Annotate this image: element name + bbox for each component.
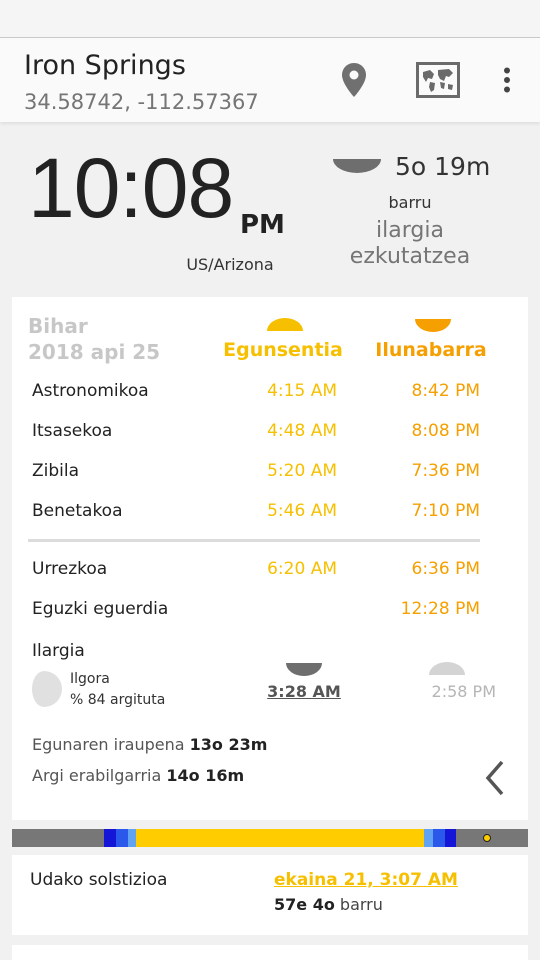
- moonset-time: 2:58 PM: [431, 682, 496, 701]
- timeline-twilight-am-astronomical: [104, 829, 116, 847]
- location-name[interactable]: Iron Springs: [24, 50, 186, 81]
- solstice-countdown: 57e 4o barru: [274, 895, 383, 914]
- solstice-label: Udako solstizioa: [30, 870, 168, 890]
- sunset-icon: [414, 317, 452, 336]
- solstice-card: Udako solstizioa ekaina 21, 3:07 AM 57e …: [12, 855, 528, 935]
- day-length: Egunaren iraupena 13o 23m: [32, 735, 267, 754]
- day-date: 2018 api 25: [28, 340, 161, 364]
- dawn-time: 5:20 AM: [267, 461, 337, 481]
- noon-time: 12:28 PM: [400, 599, 480, 619]
- current-time-ampm: PM: [240, 210, 285, 240]
- moonrise-icon: [285, 661, 323, 680]
- solstice-date-link[interactable]: ekaina 21, 3:07 AM: [274, 870, 458, 890]
- world-map-icon[interactable]: [412, 38, 464, 122]
- row-label: Itsasekoa: [32, 421, 113, 441]
- location-coordinates: 34.58742, -112.57367: [24, 90, 259, 114]
- solstice-remaining-suffix: barru: [339, 895, 383, 914]
- current-time: 10:08: [28, 141, 234, 235]
- dawn-time: 4:15 AM: [267, 381, 337, 401]
- usable-light: Argi erabilgarria 14o 16m: [32, 766, 244, 785]
- next-event-name: ilargia ezkutatzea: [349, 218, 471, 269]
- row-label: Urrezkoa: [32, 559, 108, 579]
- moon-set-icon: [332, 158, 382, 178]
- dawn-time: 4:48 AM: [267, 421, 337, 441]
- timeline-daylight: [136, 829, 424, 847]
- moonrise-time[interactable]: 3:28 AM: [252, 682, 356, 701]
- row-label: Astronomikoa: [32, 381, 149, 401]
- next-event-suffix: barru: [388, 193, 432, 212]
- day-length-label: Egunaren iraupena: [32, 735, 185, 754]
- timeline-current-time-marker: [483, 834, 491, 842]
- dusk-column-title: Ilunabarra: [375, 339, 487, 361]
- moon-section: Ilargia Ilgora % 84 argituta 3:28 AM 2:5…: [12, 637, 528, 717]
- dusk-time: 7:10 PM: [411, 501, 481, 521]
- twilight-row-actual: Benetakoa 5:46 AM 7:10 PM: [12, 493, 528, 533]
- sunrise-icon: [266, 317, 304, 336]
- moon-direction: Ilgora: [70, 671, 110, 687]
- twilight-row-nautical: Itsasekoa 4:48 AM 8:08 PM: [12, 413, 528, 453]
- moon-illumination: % 84 argituta: [70, 692, 166, 708]
- section-divider: [28, 539, 480, 542]
- moon-label: Ilargia: [32, 641, 85, 661]
- status-bar: [0, 0, 540, 38]
- row-label: Zibila: [32, 461, 80, 481]
- chevron-left-icon[interactable]: [480, 759, 508, 801]
- usable-light-value: 14o 16m: [166, 766, 245, 785]
- timeline-twilight-am-nautical: [116, 829, 128, 847]
- timezone-label[interactable]: US/Arizona: [160, 255, 300, 274]
- app-bar: Iron Springs 34.58742, -112.57367: [0, 38, 540, 122]
- solar-noon-row: Eguzki eguerdia 12:28 PM: [12, 591, 528, 631]
- solstice-remaining: 57e 4o: [274, 895, 335, 914]
- day-length-value: 13o 23m: [189, 735, 268, 754]
- dawn-column-title: Egunsentia: [223, 339, 343, 361]
- timeline-twilight-pm-civil: [424, 829, 433, 847]
- next-card-peek: [12, 945, 528, 960]
- dusk-time: 8:42 PM: [411, 381, 481, 401]
- row-label: Eguzki eguerdia: [32, 599, 169, 619]
- dusk-time: 6:36 PM: [411, 559, 481, 579]
- usable-light-label: Argi erabilgarria: [32, 766, 162, 785]
- next-event-countdown: 5o 19m: [395, 152, 491, 181]
- location-pin-icon[interactable]: [334, 38, 374, 122]
- moonset-icon: [428, 661, 466, 680]
- timeline-twilight-am-civil: [128, 829, 136, 847]
- more-options-icon[interactable]: [492, 38, 522, 122]
- sun-times-card: Bihar 2018 api 25 Egunsentia Ilunabarra …: [12, 297, 528, 820]
- dawn-time: 6:20 AM: [267, 559, 337, 579]
- twilight-row-astronomical: Astronomikoa 4:15 AM 8:42 PM: [12, 373, 528, 413]
- row-label: Benetakoa: [32, 501, 123, 521]
- dawn-time: 5:46 AM: [267, 501, 337, 521]
- daylight-timeline[interactable]: [12, 829, 528, 847]
- clock-panel: 10:08 PM US/Arizona 5o 19m barru ilargia…: [0, 122, 540, 297]
- day-label: Bihar: [28, 314, 88, 338]
- timeline-twilight-pm-nautical: [433, 829, 445, 847]
- day-header: Bihar 2018 api 25: [28, 313, 160, 365]
- dusk-time: 8:08 PM: [411, 421, 481, 441]
- golden-hour-row: Urrezkoa 6:20 AM 6:36 PM: [12, 551, 528, 591]
- twilight-row-civil: Zibila 5:20 AM 7:36 PM: [12, 453, 528, 493]
- timeline-twilight-pm-astronomical: [445, 829, 456, 847]
- dusk-time: 7:36 PM: [411, 461, 481, 481]
- moon-phase-icon: [32, 671, 62, 711]
